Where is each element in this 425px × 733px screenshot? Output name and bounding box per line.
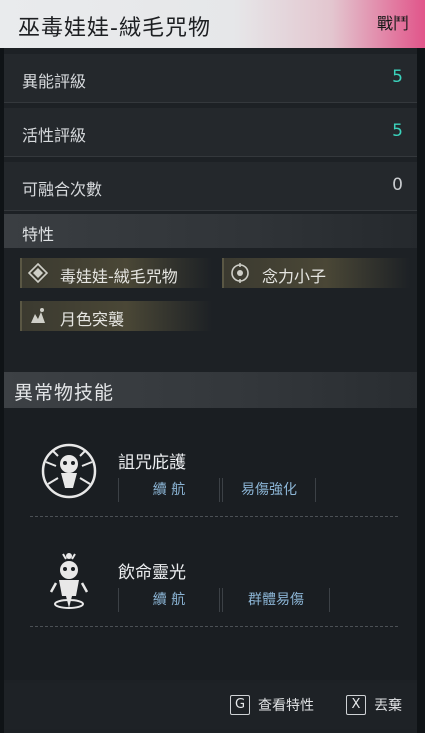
skill-divider xyxy=(30,516,398,517)
skills-title: 異常物技能 xyxy=(14,382,115,404)
key-hint-x[interactable]: X xyxy=(346,695,366,715)
stat-row-activity-rating: 活性評級 5 xyxy=(4,108,417,157)
moon-strike-icon xyxy=(28,306,48,326)
stat-value: 0 xyxy=(392,175,403,195)
trait-chip-psychokid[interactable]: 念力小子 xyxy=(222,258,410,288)
skill-name: 詛咒庇護 xyxy=(118,453,186,473)
trait-label: 毒娃娃-絨毛咒物 xyxy=(60,267,178,286)
trait-label: 念力小子 xyxy=(262,267,327,286)
stat-value: 5 xyxy=(392,121,403,141)
skill-tag: 易傷強化 xyxy=(222,478,316,502)
stat-label: 異能評級 xyxy=(22,72,87,91)
curse-shield-emblem-icon xyxy=(38,440,100,502)
trait-chip-moon-strike[interactable]: 月色突襲 xyxy=(20,301,212,331)
skill-tag: 續 航 xyxy=(118,588,220,612)
stat-label: 活性評級 xyxy=(22,126,87,145)
skill-item: 飲命靈光 續 航 群體易傷 xyxy=(4,528,417,638)
stat-value: 5 xyxy=(392,67,403,87)
stat-row-fusion-count: 可融合次數 0 xyxy=(4,162,417,211)
view-traits-button[interactable]: 查看特性 xyxy=(258,695,314,715)
action-footer: G 查看特性 X 丟棄 xyxy=(4,683,417,729)
diamond-icon xyxy=(27,262,49,284)
skills-section-header: 異常物技能 xyxy=(4,372,417,408)
skill-item: 詛咒庇護 續 航 易傷強化 xyxy=(4,418,417,528)
item-title: 巫毒娃娃-絨毛咒物 xyxy=(18,16,211,41)
stat-label: 可融合次數 xyxy=(22,180,103,199)
key-hint-g[interactable]: G xyxy=(230,695,250,715)
item-detail-panel: 巫毒娃娃-絨毛咒物 戰鬥 異能評級 5 活性評級 5 可融合次數 0 特性 毒娃… xyxy=(0,0,425,733)
skill-name: 飲命靈光 xyxy=(118,563,186,583)
skill-tag: 群體易傷 xyxy=(222,588,330,612)
target-icon xyxy=(230,263,250,283)
stat-row-ability-rating: 異能評級 5 xyxy=(4,54,417,103)
right-edge xyxy=(417,48,425,733)
left-edge xyxy=(0,48,4,733)
trait-chip-voodoo[interactable]: 毒娃娃-絨毛咒物 xyxy=(20,258,212,288)
life-drain-emblem-icon xyxy=(38,550,100,612)
traits-section-header: 特性 xyxy=(4,214,417,248)
discard-button[interactable]: 丟棄 xyxy=(374,695,402,715)
trait-label: 月色突襲 xyxy=(60,310,125,329)
item-header: 巫毒娃娃-絨毛咒物 戰鬥 xyxy=(0,0,425,48)
item-type-badge: 戰鬥 xyxy=(376,14,409,33)
skills-list: 詛咒庇護 續 航 易傷強化 飲命靈光 續 航 群體易傷 xyxy=(4,408,417,680)
skill-divider xyxy=(30,626,398,627)
skill-tag: 續 航 xyxy=(118,478,220,502)
traits-title: 特性 xyxy=(22,225,55,244)
